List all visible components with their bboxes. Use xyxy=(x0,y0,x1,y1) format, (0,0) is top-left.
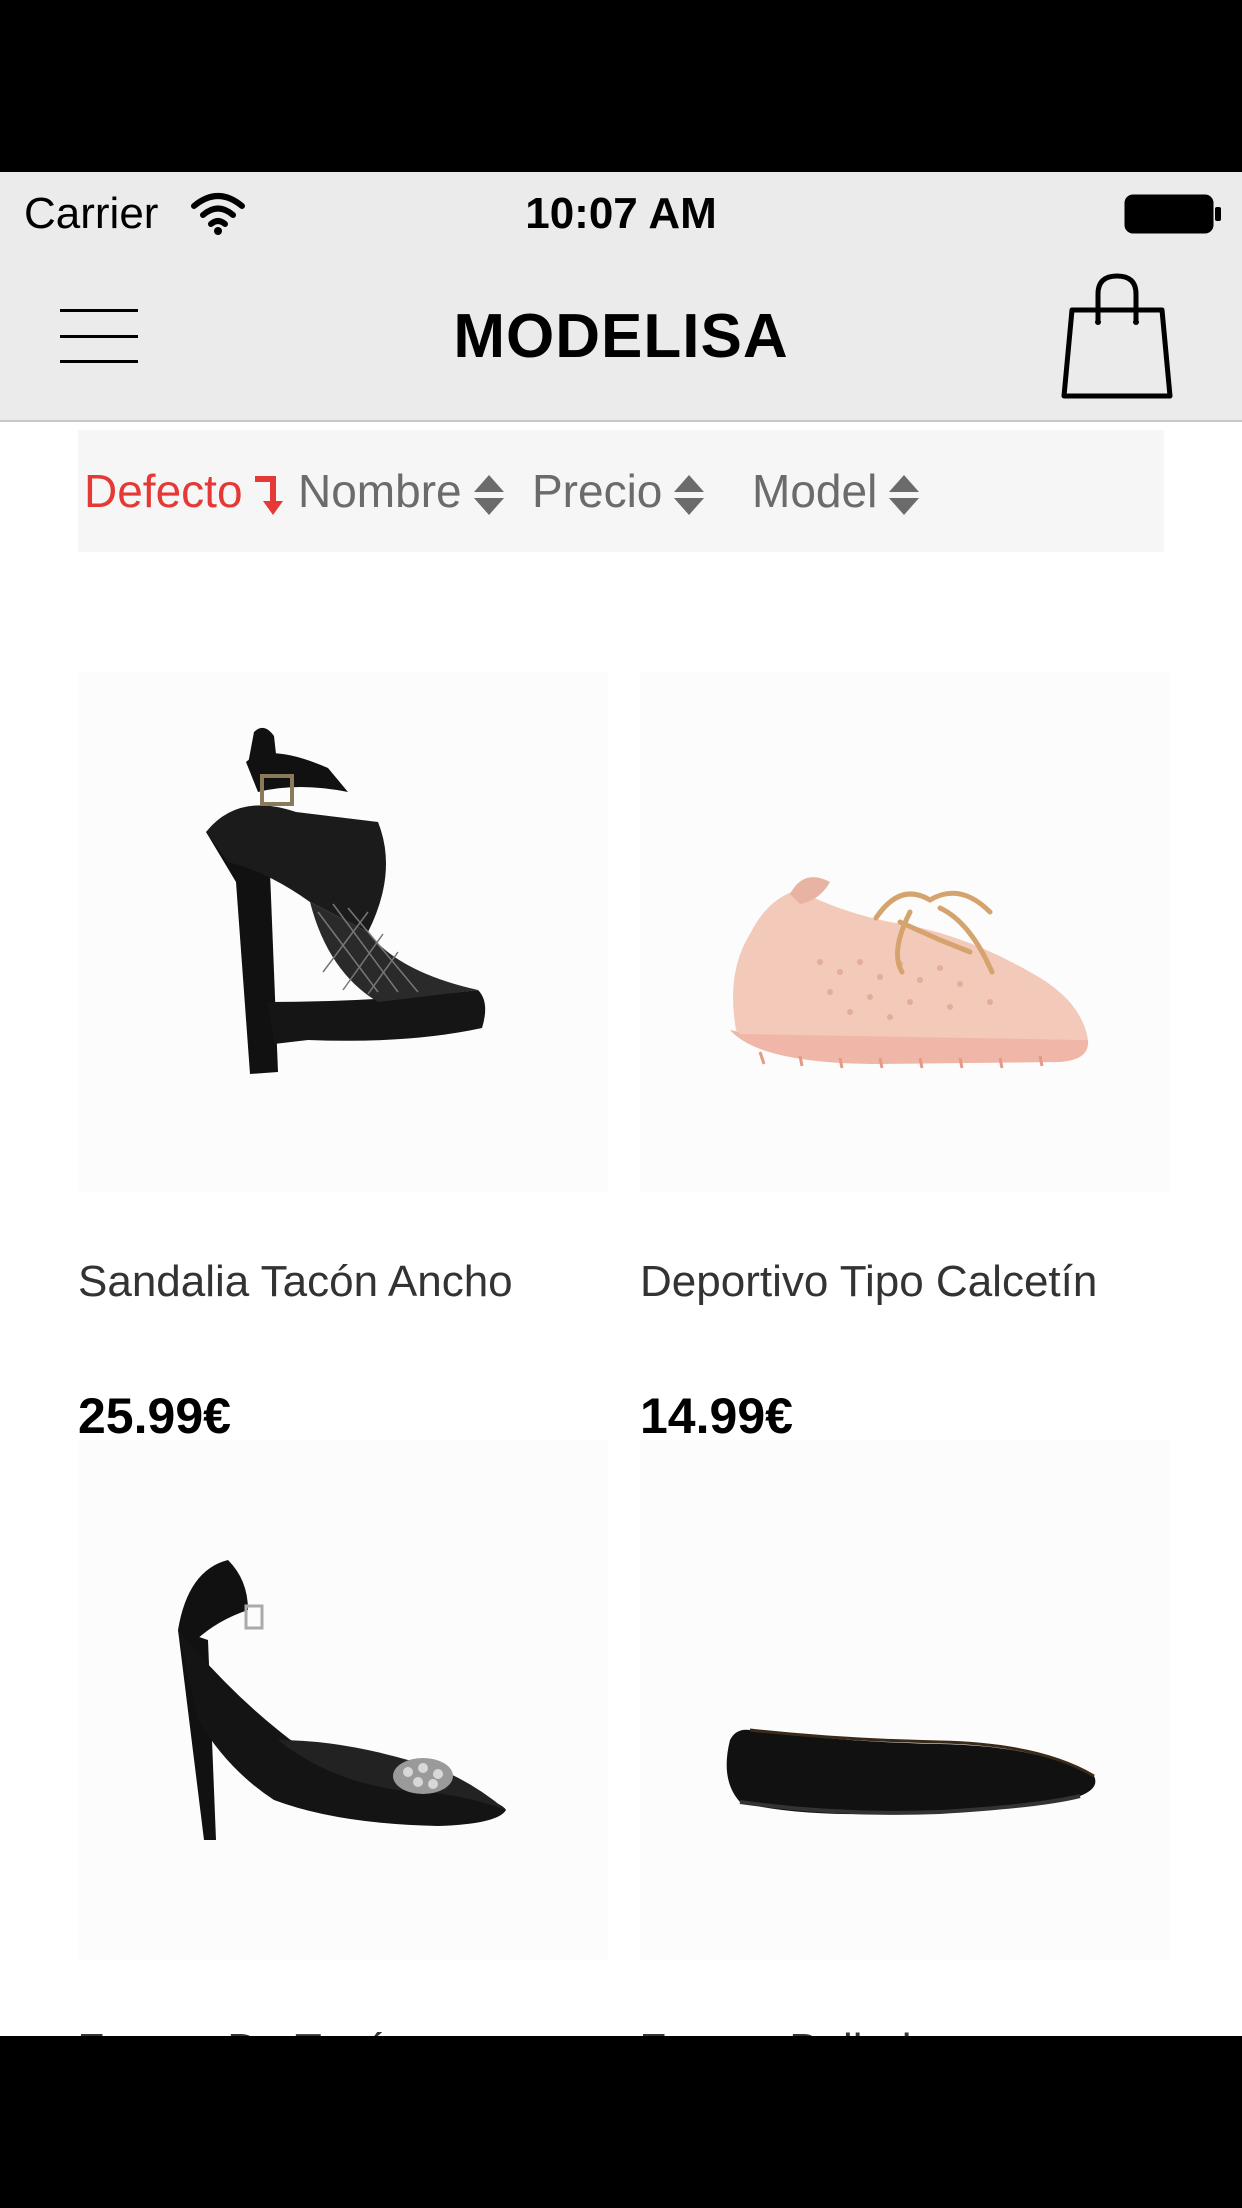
black-platform-sandal-image xyxy=(206,727,486,1074)
top-bar: Carrier 10:07 AM MODELISA xyxy=(0,172,1242,422)
sort-desc-arrow-icon xyxy=(254,475,283,515)
sort-label: Model xyxy=(752,465,878,517)
product-name[interactable]: Sandalia Tacón Ancho xyxy=(78,1252,513,1312)
cart-button[interactable] xyxy=(1058,272,1176,402)
sort-option-model[interactable]: Model xyxy=(752,430,921,552)
black-ballet-flat-image xyxy=(726,1728,1096,1815)
shopping-bag-icon xyxy=(1061,273,1173,399)
sort-label: Nombre xyxy=(298,465,462,517)
battery-icon xyxy=(1124,194,1221,234)
status-time: 10:07 AM xyxy=(525,189,717,238)
sort-option-defecto[interactable]: Defecto xyxy=(84,430,283,552)
app-screen: Carrier 10:07 AM MODELISA Defecto Nombre… xyxy=(0,172,1242,2036)
sort-updown-icon xyxy=(473,474,504,515)
product-name[interactable]: Zapato Bailarina xyxy=(640,2020,960,2036)
sort-updown-icon xyxy=(674,474,705,515)
sort-option-nombre[interactable]: Nombre xyxy=(298,430,506,552)
product-price: 14.99€ xyxy=(640,1388,793,1444)
sort-bar: Defecto Nombre Precio Model xyxy=(78,430,1164,552)
product-image[interactable] xyxy=(640,672,1170,1192)
app-title: MODELISA xyxy=(453,302,789,371)
product-price: 25.99€ xyxy=(78,1388,231,1444)
sort-option-precio[interactable]: Precio xyxy=(532,430,706,552)
sort-updown-icon xyxy=(889,474,920,515)
sort-label: Precio xyxy=(532,465,663,517)
product-image[interactable] xyxy=(78,1440,608,1960)
product-name[interactable]: Zapato De Tacón xyxy=(78,2020,412,2036)
product-image[interactable] xyxy=(640,1440,1170,1960)
product-image[interactable] xyxy=(78,672,608,1192)
product-name[interactable]: Deportivo Tipo Calcetín xyxy=(640,1252,1097,1312)
pink-knit-sneaker-image xyxy=(730,877,1089,1069)
sort-label: Defecto xyxy=(84,465,243,517)
black-slingback-heel-image xyxy=(178,1560,506,1840)
